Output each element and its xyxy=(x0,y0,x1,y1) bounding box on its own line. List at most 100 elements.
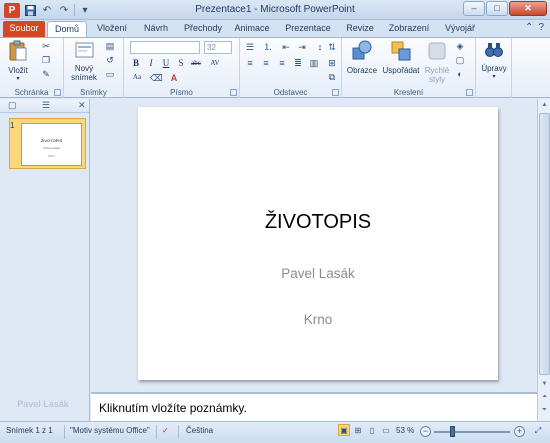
line-spacing-icon[interactable]: ↕ xyxy=(314,42,326,52)
slide-thumbnail-number: 1 xyxy=(10,121,15,130)
editing-dropdown-icon[interactable]: ▾ xyxy=(478,73,510,82)
status-bar: Snímek 1 z 1 "Motiv systému Office" ✓ Če… xyxy=(0,421,550,443)
shape-outline-icon[interactable]: ▢ xyxy=(454,55,466,65)
shape-effects-icon[interactable]: ◐ xyxy=(454,69,466,79)
decrease-indent-icon[interactable]: ⇤ xyxy=(280,42,292,52)
font-color-icon[interactable]: A xyxy=(168,73,180,83)
font-name-combo[interactable] xyxy=(130,41,200,54)
language[interactable]: Čeština xyxy=(186,426,213,435)
previous-slide-icon[interactable]: ⏶ xyxy=(539,392,550,403)
drawing-launcher-icon[interactable] xyxy=(466,89,473,96)
bold-button[interactable]: B xyxy=(130,58,142,69)
theme-name[interactable]: "Motiv systému Office" xyxy=(70,426,150,435)
tab-view[interactable]: Zobrazení xyxy=(384,21,434,37)
close-icon[interactable]: ✕ xyxy=(509,1,547,16)
section-icon[interactable]: ▭ xyxy=(104,69,116,79)
layout-icon[interactable]: ▤ xyxy=(104,41,116,51)
reset-icon[interactable]: ↺ xyxy=(104,55,116,65)
fit-to-window-icon[interactable]: ⤢ xyxy=(532,424,544,436)
notes-pane[interactable]: Kliknutím vložíte poznámky. xyxy=(91,392,537,421)
reading-view-icon[interactable]: ▯ xyxy=(366,424,378,436)
paste-button[interactable]: Vložit ▾ xyxy=(4,40,32,84)
tab-developer[interactable]: Vývojář xyxy=(440,21,480,37)
slides-pane-header: ▢ ☰ ✕ xyxy=(0,99,89,113)
columns-icon[interactable]: ▥ xyxy=(308,58,320,68)
normal-view-icon[interactable]: ▣ xyxy=(338,424,350,436)
new-slide-button[interactable]: Nový snímek xyxy=(68,40,100,82)
slides-pane: ▢ ☰ ✕ 1 ŽIVOTOPIS Pavel Lasák Krno Pavel… xyxy=(0,99,90,421)
zoom-out-icon[interactable]: − xyxy=(420,426,431,437)
ribbon-right-controls: ⌃ ? xyxy=(525,22,544,33)
next-slide-icon[interactable]: ⏷ xyxy=(539,405,550,416)
format-painter-icon[interactable]: ✎ xyxy=(40,69,52,79)
shadow-s-button[interactable]: S xyxy=(175,58,187,69)
tab-slideshow[interactable]: Prezentace xyxy=(281,21,335,37)
font-group-label: Písmo xyxy=(170,88,193,97)
paste-dropdown-icon[interactable]: ▾ xyxy=(4,75,32,84)
scroll-down-icon[interactable]: ▼ xyxy=(539,379,550,390)
paragraph-group-label: Odstavec xyxy=(273,88,308,97)
clear-format-icon[interactable]: ⌫ xyxy=(150,73,163,83)
paragraph-launcher-icon[interactable] xyxy=(332,89,339,96)
notes-placeholder[interactable]: Kliknutím vložíte poznámky. xyxy=(99,401,247,415)
zoom-slider-track[interactable] xyxy=(434,431,510,433)
slideshow-view-icon[interactable]: ▭ xyxy=(380,424,392,436)
cut-icon[interactable]: ✂ xyxy=(40,41,52,51)
help-icon[interactable]: ? xyxy=(538,22,544,33)
slide-title[interactable]: ŽIVOTOPIS xyxy=(138,211,498,234)
smartart-icon[interactable]: ⧉ xyxy=(326,72,338,82)
font-launcher-icon[interactable] xyxy=(230,89,237,96)
increase-indent-icon[interactable]: ⇥ xyxy=(296,42,308,52)
slide-canvas[interactable]: ŽIVOTOPIS Pavel Lasák Krno xyxy=(138,107,498,380)
tab-insert[interactable]: Vložení xyxy=(90,21,134,37)
scroll-up-icon[interactable]: ▲ xyxy=(539,100,550,111)
tab-design[interactable]: Návrh xyxy=(138,21,174,37)
underline-button[interactable]: U xyxy=(160,58,172,69)
vertical-scrollbar[interactable]: ▲ ▼ ⏶ ⏷ xyxy=(537,99,550,421)
tab-home[interactable]: Domů xyxy=(47,21,87,37)
spellcheck-icon[interactable]: ✓ xyxy=(162,426,169,435)
strikethrough-button[interactable]: abc xyxy=(188,58,204,69)
tab-transitions[interactable]: Přechody xyxy=(180,21,226,37)
outline-tab-icon[interactable]: ☰ xyxy=(42,100,50,111)
font-size-combo[interactable]: 32 xyxy=(204,41,232,54)
align-right-icon[interactable]: ≡ xyxy=(276,58,288,68)
align-text-icon[interactable]: ⊞ xyxy=(326,58,338,68)
arrange-button[interactable]: Uspořádat xyxy=(382,40,420,75)
minimize-icon[interactable]: – xyxy=(463,1,485,16)
shape-fill-icon[interactable]: ◈ xyxy=(454,41,466,51)
numbering-icon[interactable]: ⒈ xyxy=(262,42,274,52)
status-separator xyxy=(64,425,65,439)
slide-subtitle-name[interactable]: Pavel Lasák xyxy=(138,266,498,281)
slide-editing-area: ŽIVOTOPIS Pavel Lasák Krno xyxy=(91,99,537,389)
tab-file[interactable]: Soubor xyxy=(3,21,45,37)
change-case-button[interactable]: Aa xyxy=(130,72,144,83)
italic-button[interactable]: I xyxy=(145,58,157,69)
char-spacing-button[interactable]: AV xyxy=(208,58,222,69)
align-center-icon[interactable]: ≡ xyxy=(260,58,272,68)
slide-sorter-icon[interactable]: ⊞ xyxy=(352,424,364,436)
slides-tab-icon[interactable]: ▢ xyxy=(8,100,17,111)
minimize-ribbon-icon[interactable]: ⌃ xyxy=(525,22,533,33)
zoom-level[interactable]: 53 % xyxy=(396,426,414,435)
copy-icon[interactable]: ❐ xyxy=(40,55,52,65)
slide-subtitle-city[interactable]: Krno xyxy=(138,312,498,327)
close-pane-icon[interactable]: ✕ xyxy=(78,100,86,111)
bullets-icon[interactable]: ☰ xyxy=(244,42,256,52)
justify-icon[interactable]: ≣ xyxy=(292,58,304,68)
ribbon: Vložit ▾ ✂ ❐ ✎ Schránka Nový snímek ▤ ↺ … xyxy=(0,37,550,98)
watermark-text: Pavel Lasák xyxy=(17,399,69,409)
clipboard-launcher-icon[interactable] xyxy=(54,89,61,96)
shapes-button[interactable]: Obrazce xyxy=(344,40,380,75)
zoom-slider-knob[interactable] xyxy=(450,426,456,437)
tab-animations[interactable]: Animace xyxy=(230,21,274,37)
quick-styles-button[interactable]: Rychlé styly xyxy=(422,40,452,84)
scroll-thumb[interactable] xyxy=(539,113,550,375)
editing-button[interactable]: Úpravy ▾ xyxy=(478,40,510,82)
slide-thumbnail[interactable]: ŽIVOTOPIS Pavel Lasák Krno xyxy=(21,123,82,166)
zoom-in-icon[interactable]: + xyxy=(514,426,525,437)
maximize-icon[interactable]: □ xyxy=(486,1,508,16)
tab-review[interactable]: Revize xyxy=(341,21,379,37)
text-direction-icon[interactable]: ⇅ xyxy=(326,42,338,52)
align-left-icon[interactable]: ≡ xyxy=(244,58,256,68)
